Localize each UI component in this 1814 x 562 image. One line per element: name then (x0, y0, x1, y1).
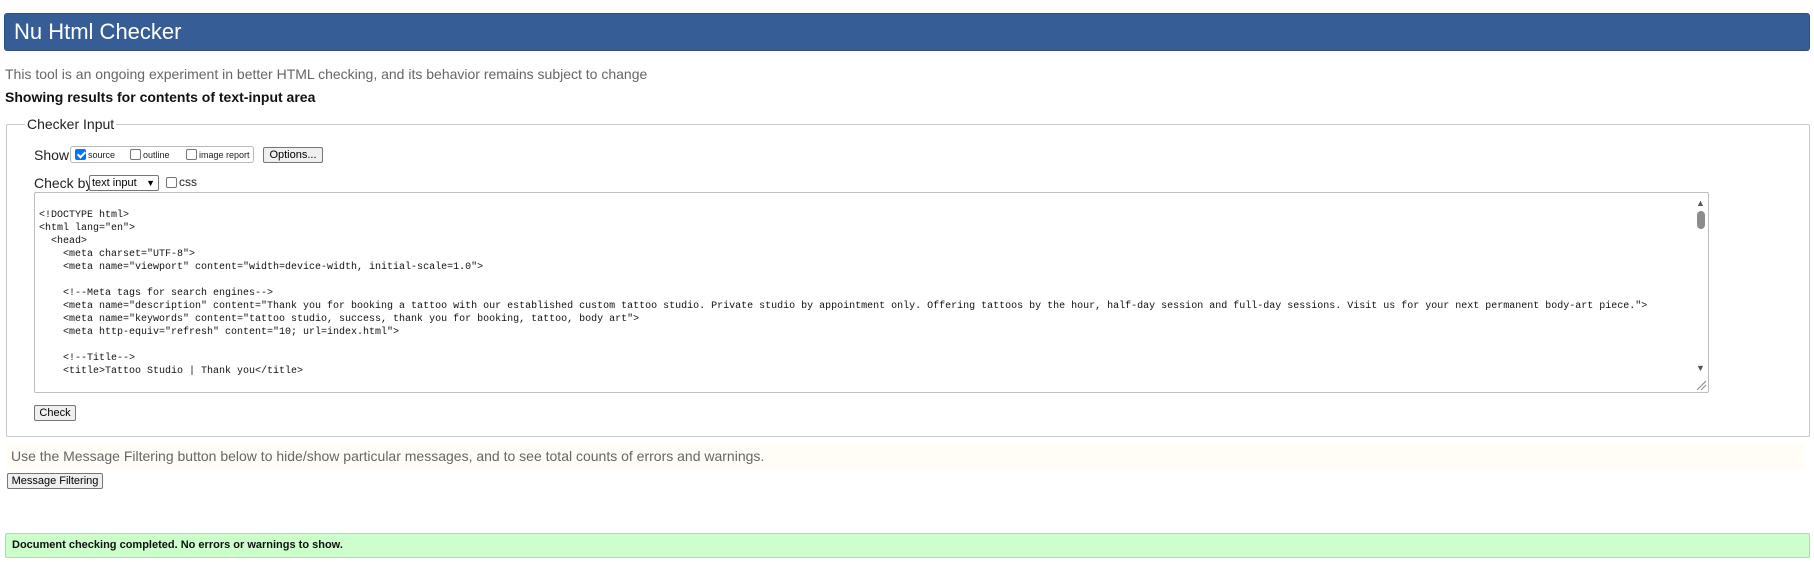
status-bar: Document checking completed. No errors o… (5, 533, 1810, 558)
results-heading: Showing results for contents of text-inp… (5, 89, 316, 105)
source-textarea[interactable]: <!DOCTYPE html> <html lang="en"> <head> … (34, 192, 1709, 393)
source-code: <!DOCTYPE html> <html lang="en"> <head> … (39, 210, 1648, 377)
check-by-value: text input (92, 177, 137, 189)
status-message: Document checking completed. No errors o… (12, 539, 343, 551)
outline-checkbox[interactable] (130, 149, 141, 160)
triangle-up-icon[interactable]: ▲ (1696, 198, 1705, 208)
message-filtering-button[interactable]: Message Filtering (7, 473, 103, 489)
resize-grip-icon[interactable] (1696, 380, 1707, 391)
intro-text: This tool is an ongoing experiment in be… (5, 66, 648, 82)
source-checkbox[interactable] (75, 149, 86, 160)
css-checkbox-label: css (179, 175, 197, 189)
source-checkbox-label: source (88, 150, 116, 160)
scroll-thumb[interactable] (1697, 211, 1705, 229)
image-report-checkbox-label: image report (199, 150, 250, 160)
check-by-select[interactable]: text input ▼ (89, 175, 159, 191)
message-filter-note: Use the Message Filtering button below t… (6, 443, 1804, 469)
textarea-scrollbar[interactable]: ▲ ▼ (1694, 193, 1708, 392)
app-title: Nu Html Checker (14, 19, 182, 44)
triangle-down-icon[interactable]: ▼ (1696, 363, 1705, 373)
options-button[interactable]: Options... (263, 147, 323, 163)
css-checkbox[interactable] (166, 177, 177, 188)
check-by-label: Check by (34, 175, 93, 191)
chevron-down-icon: ▼ (146, 178, 155, 188)
check-button[interactable]: Check (34, 405, 76, 421)
checker-input-legend: Checker Input (25, 116, 117, 132)
outline-checkbox-label: outline (143, 150, 170, 160)
image-report-checkbox[interactable] (186, 149, 197, 160)
app-header: Nu Html Checker (4, 13, 1810, 51)
show-label: Show (34, 147, 70, 163)
